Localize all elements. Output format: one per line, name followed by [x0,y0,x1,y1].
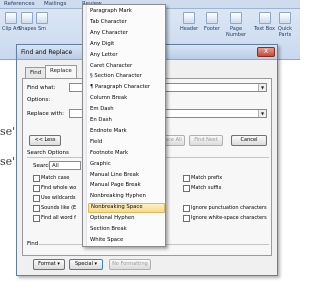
document-text-fragment: se' [0,125,16,138]
menu-item[interactable]: Nonbreaking Space [88,203,165,213]
ignore-punctuation-checkbox[interactable]: Ignore punctuation characters [183,205,267,212]
chevron-down-icon: ▾ [94,261,98,267]
menu-item[interactable]: Column Break [88,94,165,104]
header-icon [183,12,196,24]
menu-item[interactable]: Em Dash [88,105,165,115]
text-box-icon [258,12,271,24]
menu-item[interactable]: Endnote Mark [88,127,165,137]
ribbon-smartart[interactable]: Sm [36,12,48,32]
tab-replace[interactable]: Replace [45,65,77,78]
ribbon-header[interactable]: Header [180,12,198,32]
search-direction-value: All [52,163,59,169]
menu-item[interactable]: Caret Character [88,62,165,72]
ribbon-page-number[interactable]: Page Number [226,12,246,38]
chevron-down-icon[interactable]: ▼ [258,84,266,91]
ribbon-footer[interactable]: Footer [204,12,220,32]
chevron-down-icon: ▾ [57,261,60,267]
menu-item[interactable]: Section Break [88,225,165,235]
use-wildcards-checkbox[interactable]: Use wildcards [33,195,76,202]
menu-item[interactable]: Any Letter [88,51,165,61]
no-formatting-button[interactable]: No Formatting [109,259,151,270]
less-button[interactable]: << Less [29,135,61,146]
menu-item[interactable]: Optional Hyphen [88,214,165,224]
close-button[interactable]: X [257,47,275,57]
find-next-button[interactable]: Find Next [189,135,223,146]
ribbon-quick-parts[interactable]: Quick Parts [274,12,296,38]
sounds-like-checkbox[interactable]: Sounds like (E [33,205,76,212]
menu-item[interactable]: Nonbreaking Hyphen [88,192,165,202]
match-case-checkbox[interactable]: Match case [33,175,69,182]
tab-find[interactable]: Find [25,67,47,78]
menu-item[interactable]: Manual Page Break [88,181,165,191]
format-button[interactable]: Format ▾ [33,259,65,270]
menu-item[interactable]: White Space [88,236,165,246]
menu-item[interactable]: Any Digit [88,40,165,50]
menu-item[interactable]: § Section Character [88,72,165,82]
special-button[interactable]: Special ▾ [69,259,103,270]
menu-item[interactable]: Manual Line Break [88,171,165,181]
menu-item[interactable]: Field [88,138,165,148]
options-label: Options: [27,97,51,103]
ribbon-text-box[interactable]: Text Box [254,12,275,32]
menu-item[interactable]: Paragraph Mark [88,7,165,17]
menu-gutter [83,5,87,246]
search-direction-select[interactable]: All [49,161,81,170]
footer-icon [205,12,218,24]
replace-with-label: Replace with: [27,111,65,117]
find-section-label: Find [27,241,39,247]
find-what-label: Find what: [27,85,56,91]
menu-item[interactable]: Footnote Mark [88,149,165,159]
clip-art-icon [5,12,18,24]
find-all-word-forms-checkbox[interactable]: Find all word f [33,215,76,222]
ribbon-tab-mailings[interactable]: Mailings [44,1,67,7]
special-dropdown-menu: Paragraph Mark Tab Character Any Character… [82,4,166,247]
ribbon-tab-references[interactable]: References [4,1,35,7]
smartart-icon [36,12,48,24]
page-number-icon [230,12,242,24]
menu-item[interactable]: En Dash [88,116,165,126]
ribbon-shapes[interactable]: Shapes [18,12,36,32]
menu-item[interactable]: ¶ Paragraph Character [88,83,165,93]
match-prefix-checkbox[interactable]: Match prefix [183,175,222,182]
menu-item[interactable]: Any Character [88,29,165,39]
chevron-down-icon[interactable]: ▼ [258,110,266,117]
document-text-fragment: se' [0,155,16,168]
find-whole-words-checkbox[interactable]: Find whole wo [33,185,76,192]
ignore-white-space-checkbox[interactable]: Ignore white-space characters [183,215,267,222]
match-suffix-checkbox[interactable]: Match suffix [183,185,221,192]
menu-item[interactable]: Tab Character [88,18,165,28]
dialog-title: Find and Replace [21,49,73,56]
search-options-label: Search Options [27,150,69,156]
shapes-icon [21,12,34,24]
cancel-button[interactable]: Cancel [231,135,267,146]
menu-item[interactable]: Graphic [88,160,165,170]
quick-parts-icon [279,12,291,24]
